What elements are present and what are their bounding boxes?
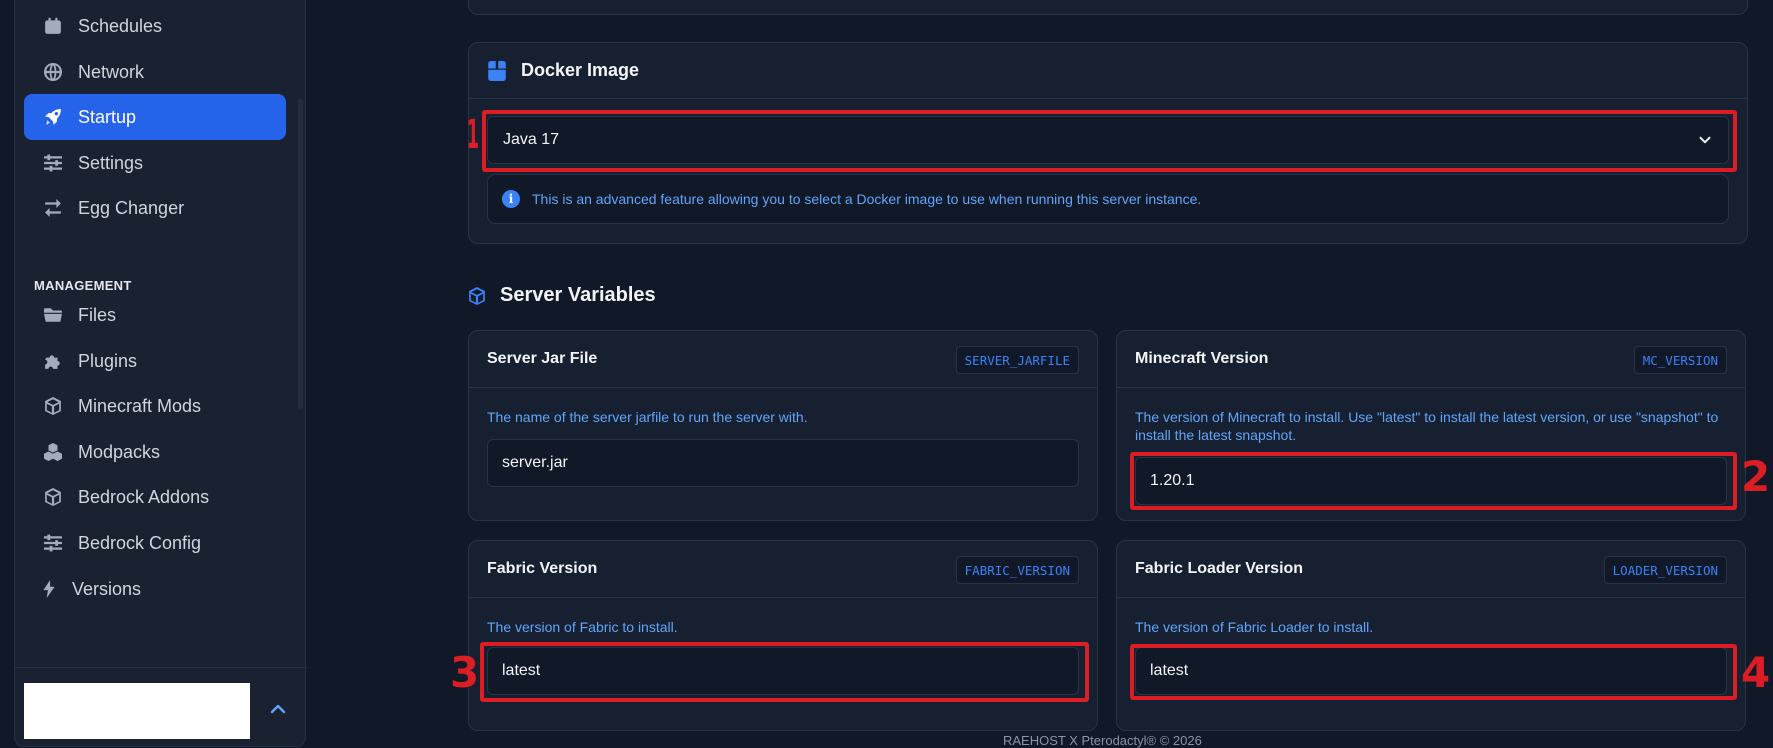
cube-icon [42,486,64,508]
card-header: Docker Image [469,43,1747,99]
sidebar-item-startup[interactable]: Startup [24,94,286,140]
variable-card-server-jarfile: Server Jar File SERVER_JARFILE The name … [468,330,1098,521]
sidebar-item-label: Files [78,304,117,325]
previous-card [468,0,1748,15]
info-icon: i [502,190,520,208]
sidebar-item-label: Plugins [78,350,138,371]
server-jarfile-input[interactable]: server.jar [487,439,1079,487]
rocket-icon [42,106,64,128]
docker-image-title: Docker Image [521,60,640,80]
server-variables-title: Server Variables [500,284,656,306]
variable-code-badge: MC_VERSION [1633,346,1727,374]
variable-code-badge: SERVER_JARFILE [955,346,1079,374]
sidebar-item-label: Network [78,61,145,82]
variable-name: Minecraft Version [1135,350,1269,367]
cube-icon [42,395,64,417]
sidebar-item-label: Bedrock Config [78,532,202,553]
sidebar-scrollbar[interactable] [298,99,303,409]
sidebar-item-network[interactable]: Network [24,49,286,95]
sidebar-item-label: Startup [78,106,137,127]
annotation-box-3 [480,642,1089,702]
annotation-box-4 [1130,644,1737,700]
annotation-number-4: 4 [1741,648,1771,697]
sidebar-item-bedrock-config[interactable]: Bedrock Config [24,520,286,566]
calendar-icon [42,15,64,37]
sidebar-item-label: Modpacks [78,441,161,462]
sidebar-item-plugins[interactable]: Plugins [24,338,286,384]
variable-description: The name of the server jarfile to run th… [487,409,808,425]
chevron-up-icon[interactable] [259,690,297,728]
section-label-management: MANAGEMENT [34,278,132,293]
sidebar-item-label: Versions [72,578,142,599]
server-variables-heading: Server Variables [468,284,656,307]
sidebar-item-versions[interactable]: Versions [24,566,286,612]
sliders-icon [42,152,64,174]
sidebar-item-schedules[interactable]: Schedules [24,3,286,49]
sidebar-item-files[interactable]: Files [24,292,286,338]
annotation-number-1: 1 [466,112,480,158]
sidebar-item-modpacks[interactable]: Modpacks [24,429,286,475]
footer-copyright: RAEHOST X Pterodactyl® © 2026 [1003,733,1202,748]
sidebar-item-label: Settings [78,152,144,173]
sliders-icon [42,532,64,554]
docker-info-box: i This is an advanced feature allowing y… [487,174,1729,224]
sidebar-item-label: Schedules [78,15,163,36]
swap-icon [42,197,64,219]
variable-card-fabric-version: Fabric Version FABRIC_VERSION The versio… [468,540,1098,731]
annotation-number-2: 2 [1741,452,1771,501]
sidebar-item-label: Bedrock Addons [78,486,210,507]
sidebar-item-settings[interactable]: Settings [24,140,286,186]
annotation-box-1 [482,110,1737,172]
sidebar-item-egg-changer[interactable]: Egg Changer [24,185,286,231]
sidebar-item-label: Minecraft Mods [78,395,202,416]
variable-description: The version of Fabric to install. [487,619,678,635]
variable-card-loader-version: Fabric Loader Version LOADER_VERSION The… [1116,540,1746,731]
sidebar-item-minecraft-mods[interactable]: Minecraft Mods [24,383,286,429]
variable-name: Server Jar File [487,350,598,367]
sidebar-footer [15,667,307,747]
user-info-redacted[interactable] [24,683,250,739]
annotation-number-3: 3 [450,648,480,697]
box-icon [487,60,507,81]
variable-description: The version of Minecraft to install. Use… [1135,409,1719,443]
cube-icon [468,286,486,305]
sidebar: Schedules Network Startup Settings Egg C… [14,0,307,747]
variable-code-badge: LOADER_VERSION [1603,556,1727,584]
annotation-box-2 [1130,452,1737,510]
variable-description: The version of Fabric Loader to install. [1135,619,1374,635]
globe-icon [42,61,64,83]
sidebar-item-bedrock-addons[interactable]: Bedrock Addons [24,474,286,520]
bolt-icon [38,578,60,600]
folder-icon [42,304,64,326]
variable-name: Fabric Loader Version [1135,560,1304,577]
sidebar-item-label: Egg Changer [78,197,185,218]
docker-info-text: This is an advanced feature allowing you… [532,191,1202,207]
variable-code-badge: FABRIC_VERSION [955,556,1079,584]
variable-name: Fabric Version [487,560,598,577]
puzzle-icon [42,350,64,372]
cubes-icon [42,441,64,463]
